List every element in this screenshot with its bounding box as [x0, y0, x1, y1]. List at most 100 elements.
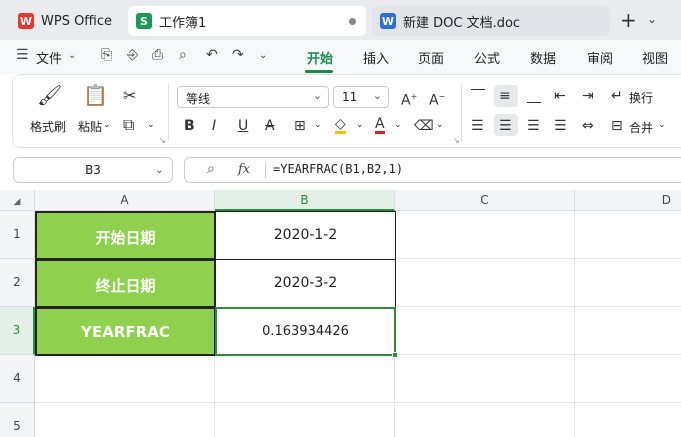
fill-color-icon[interactable]: ◇	[335, 117, 346, 134]
quick-access-chevron-icon[interactable]: ⌄	[259, 50, 267, 61]
cell-a1[interactable]: 开始日期	[35, 211, 216, 260]
align-right-icon[interactable]: ☰	[527, 117, 540, 135]
fill-handle[interactable]	[392, 352, 398, 358]
cell-d1[interactable]	[575, 211, 681, 259]
print-preview-icon[interactable]: ⌕	[179, 47, 187, 63]
row-header-2[interactable]: 2	[0, 259, 35, 307]
cell-c4[interactable]	[395, 355, 575, 403]
font-name-select[interactable]: 等线 ⌄	[177, 86, 329, 108]
row-header-5[interactable]: 5	[0, 403, 35, 437]
font-size-select[interactable]: 11 ⌄	[333, 86, 389, 108]
hamburger-menu-icon[interactable]: ☰	[16, 47, 29, 63]
row-header-3[interactable]: 3	[0, 307, 35, 355]
paste-button[interactable]: 粘贴	[78, 118, 102, 135]
menu-file[interactable]: 文件	[36, 48, 62, 67]
menu-formula[interactable]: 公式	[474, 48, 500, 67]
merge-cells-icon[interactable]: ⊟	[611, 117, 623, 135]
font-launcher-icon[interactable]: ↘	[453, 136, 460, 145]
column-header-d[interactable]: D	[575, 190, 681, 211]
decrease-indent-icon[interactable]: ⇤	[554, 87, 566, 105]
undo-icon[interactable]: ↶	[206, 47, 218, 63]
cut-icon[interactable]: ✂	[123, 87, 136, 105]
paste-chevron-icon[interactable]: ⌄	[103, 120, 111, 130]
align-top-icon[interactable]: ⎺	[471, 87, 485, 105]
function-fx-icon[interactable]: fx	[238, 162, 250, 177]
name-box-chevron-icon[interactable]: ⌄	[155, 163, 164, 176]
strikethrough-icon[interactable]: A	[265, 117, 275, 135]
zoom-search-icon[interactable]: ⌕	[207, 161, 215, 177]
cell-c3[interactable]	[395, 307, 575, 355]
select-all-corner[interactable]: ◢	[0, 190, 35, 211]
clear-chevron-icon[interactable]: ⌄	[436, 120, 444, 130]
paste-icon[interactable]: 📋	[83, 85, 108, 105]
copy-chevron-icon[interactable]: ⌄	[147, 120, 155, 130]
column-header-c[interactable]: C	[395, 190, 575, 211]
menu-review[interactable]: 审阅	[587, 48, 613, 67]
cell-b1[interactable]: 2020-1-2	[215, 211, 396, 260]
cell-d2[interactable]	[575, 259, 681, 307]
align-left-icon[interactable]: ☰	[471, 117, 484, 135]
cell-b5[interactable]	[215, 403, 395, 437]
bold-icon[interactable]: B	[184, 117, 195, 135]
row-header-1[interactable]: 1	[0, 211, 35, 259]
increase-font-size-icon[interactable]: A+	[401, 88, 417, 110]
row-header-4[interactable]: 4	[0, 355, 35, 403]
export-pdf-icon[interactable]: ⎆	[127, 47, 138, 63]
cell-b3-selected[interactable]: 0.163934426	[215, 307, 396, 356]
increase-indent-icon[interactable]: ⇥	[582, 87, 594, 105]
justify-icon[interactable]: ☰	[554, 117, 567, 135]
font-color-icon[interactable]: A	[375, 117, 385, 134]
save-icon[interactable]: ⎘	[101, 47, 112, 63]
column-header-b[interactable]: B	[215, 190, 395, 211]
unsaved-dot-icon[interactable]	[349, 18, 356, 25]
redo-icon[interactable]: ↷	[232, 47, 244, 63]
merge-cells-button[interactable]: 合并	[629, 119, 653, 136]
menu-data[interactable]: 数据	[530, 48, 556, 67]
cell-d5[interactable]	[575, 403, 681, 437]
font-color-chevron-icon[interactable]: ⌄	[394, 120, 402, 130]
new-tab-plus-icon[interactable]: +	[620, 8, 637, 32]
clipboard-launcher-icon[interactable]: ↘	[159, 136, 166, 145]
tab-doc-file[interactable]: W 新建 DOC 文档.doc	[372, 6, 610, 36]
tab-list-chevron-icon[interactable]: ⌄	[647, 12, 657, 26]
align-center-icon[interactable]: ☰	[499, 117, 512, 135]
cell-d3[interactable]	[575, 307, 681, 355]
format-painter-icon[interactable]: 🖌	[37, 85, 62, 105]
cell-a5[interactable]	[35, 403, 215, 437]
wrap-text-button[interactable]: 换行	[629, 89, 653, 106]
cell-c5[interactable]	[395, 403, 575, 437]
merge-chevron-icon[interactable]: ⌄	[658, 120, 666, 130]
align-bottom-icon[interactable]: ⎽	[527, 87, 541, 105]
menu-insert[interactable]: 插入	[363, 48, 389, 67]
cell-a2[interactable]: 终止日期	[35, 259, 216, 308]
cell-b2[interactable]: 2020-3-2	[215, 259, 396, 308]
align-middle-icon[interactable]: ≡	[499, 87, 511, 105]
name-box[interactable]: B3 ⌄	[13, 157, 173, 183]
underline-icon[interactable]: U	[238, 117, 248, 135]
print-icon[interactable]: ⎙	[152, 47, 163, 63]
italic-icon[interactable]: I	[212, 117, 216, 135]
cell-c2[interactable]	[395, 259, 575, 307]
column-header-a[interactable]: A	[35, 190, 215, 211]
clear-format-icon[interactable]: ⌫	[414, 117, 434, 135]
fill-color-chevron-icon[interactable]: ⌄	[356, 120, 364, 130]
cell-a4[interactable]	[35, 355, 215, 403]
menu-page[interactable]: 页面	[418, 48, 444, 67]
cell-a3[interactable]: YEARFRAC	[35, 307, 216, 356]
formula-input-area[interactable]: ⌕ fx =YEARFRAC(B1,B2,1)	[184, 157, 681, 183]
menu-view[interactable]: 视图	[642, 48, 668, 67]
distributed-align-icon[interactable]: ⇔	[582, 117, 594, 135]
cell-b4[interactable]	[215, 355, 395, 403]
cell-c1[interactable]	[395, 211, 575, 259]
wrap-text-icon[interactable]: ↵	[611, 87, 623, 105]
format-painter-button[interactable]: 格式刷	[30, 118, 66, 135]
tab-workbook[interactable]: S 工作簿1	[128, 6, 366, 36]
formula-input[interactable]: =YEARFRAC(B1,B2,1)	[273, 162, 403, 176]
decrease-font-size-icon[interactable]: A−	[429, 88, 445, 110]
tab-wps-office[interactable]: W WPS Office	[10, 6, 122, 36]
borders-icon[interactable]: ⊞	[294, 117, 306, 135]
file-chevron-icon[interactable]: ⌄	[68, 50, 76, 61]
cell-d4[interactable]	[575, 355, 681, 403]
borders-chevron-icon[interactable]: ⌄	[314, 120, 322, 130]
menu-start[interactable]: 开始	[307, 48, 333, 67]
